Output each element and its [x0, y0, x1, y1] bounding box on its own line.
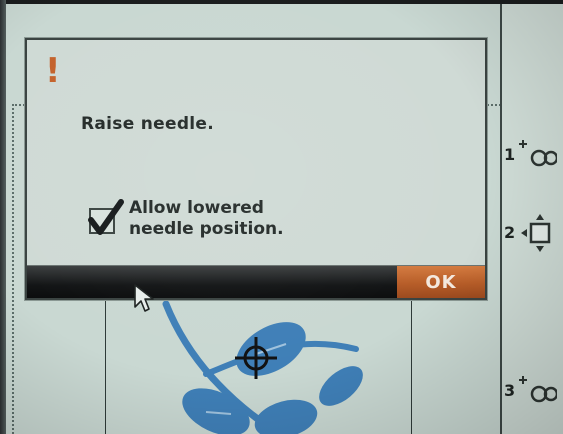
dialog-button-bar: OK	[27, 265, 485, 298]
ok-button[interactable]: OK	[397, 266, 485, 298]
side-item-number: 2	[504, 222, 516, 242]
warning-icon: !	[45, 51, 61, 91]
side-item-1[interactable]: 1	[504, 136, 558, 172]
side-item-number: 1	[504, 144, 516, 164]
mouse-pointer-icon	[133, 283, 155, 317]
allow-lowered-needle-checkbox[interactable]	[87, 199, 124, 235]
dialog-message: Raise needle.	[81, 114, 215, 134]
side-item-3[interactable]: 3	[504, 372, 558, 408]
move-frame-icon	[517, 212, 557, 252]
checkbox-label-line-2: needle position.	[129, 219, 284, 239]
checkbox-label-line-1: Allow lowered	[129, 198, 264, 218]
checkbox-label: Allow lowered needle position.	[129, 198, 284, 240]
side-item-2[interactable]: 2	[504, 212, 557, 252]
raise-needle-dialog: ! Raise needle. Allow lowered needle pos…	[25, 38, 487, 300]
checkmark-icon	[88, 199, 124, 235]
allow-lowered-needle-option[interactable]: Allow lowered needle position.	[87, 198, 284, 240]
side-item-number: 3	[504, 380, 516, 400]
stitch-position-icon	[517, 372, 558, 408]
crosshair-icon	[233, 335, 279, 385]
stitch-position-icon	[517, 136, 558, 172]
